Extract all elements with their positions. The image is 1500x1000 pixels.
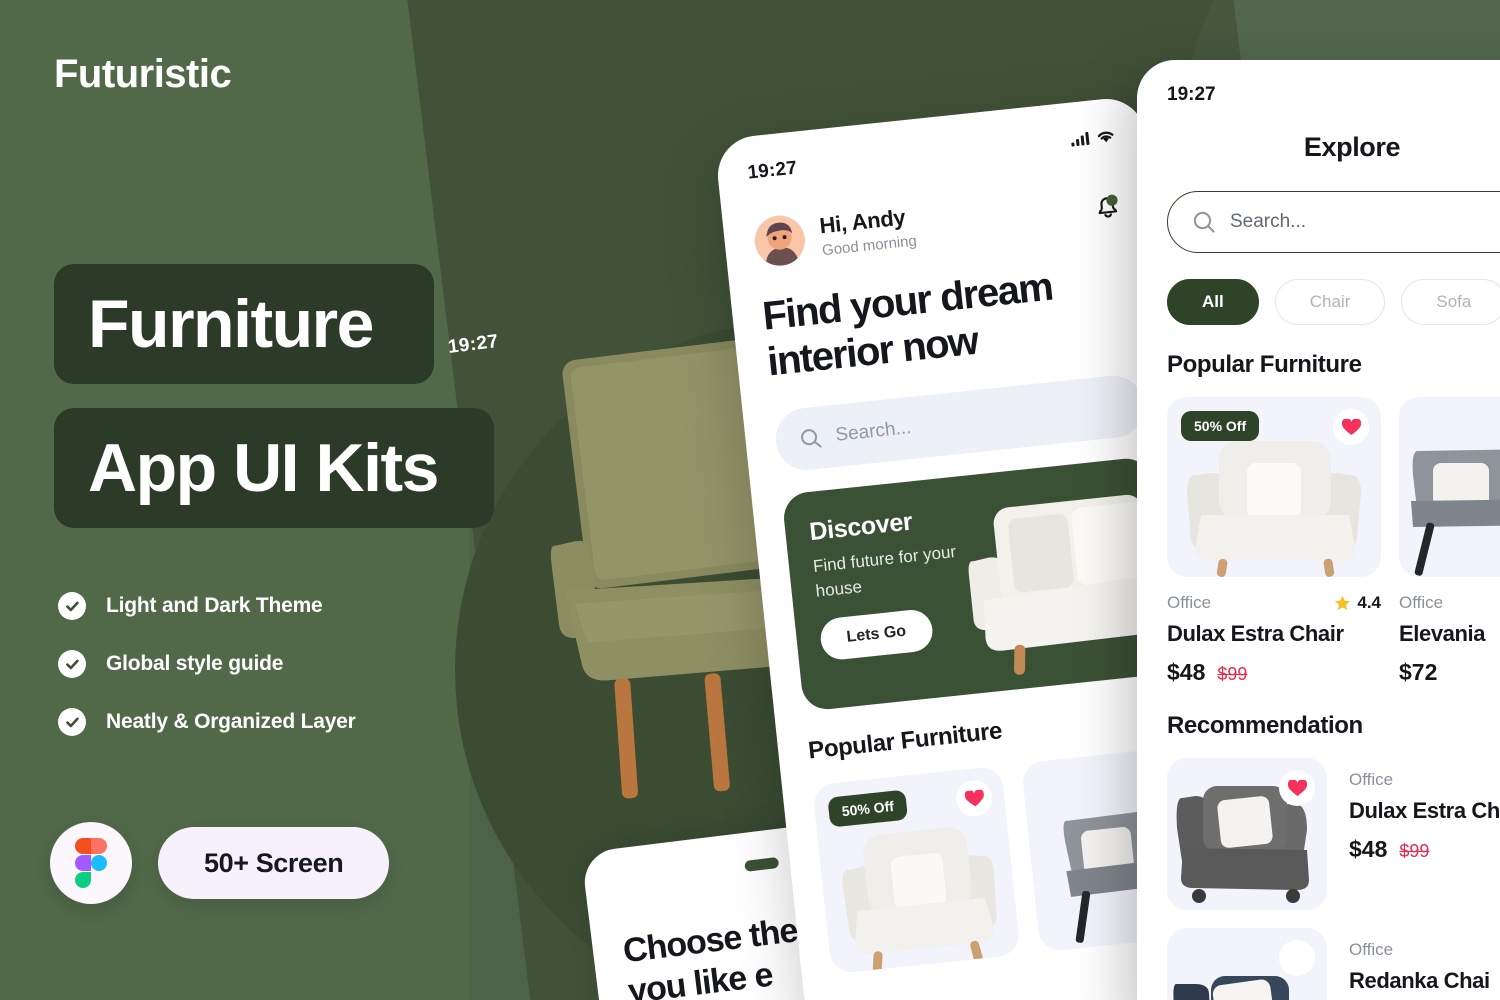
check-circle-icon bbox=[58, 650, 86, 678]
lets-go-button[interactable]: Lets Go bbox=[818, 608, 935, 662]
product-name: Elevania bbox=[1399, 621, 1486, 646]
product-meta: Office 4.4 bbox=[1167, 593, 1381, 613]
feature-label: Global style guide bbox=[106, 652, 284, 675]
product-thumbnail: 50% Off bbox=[1167, 397, 1381, 577]
explore-status-time: 19:27 bbox=[1167, 84, 1216, 105]
product-price: $72 bbox=[1399, 659, 1438, 685]
explore-search-placeholder: Search... bbox=[1230, 211, 1307, 232]
feature-list-item: Neatly & Organized Layer bbox=[58, 708, 356, 736]
discount-badge: 50% Off bbox=[1181, 411, 1260, 441]
promo-bottom-row: 50+ Screen bbox=[50, 822, 390, 904]
feature-list: Light and Dark Theme Global style guide … bbox=[58, 592, 356, 766]
product-price-row: $72 bbox=[1399, 659, 1500, 686]
screen-count-badge: 50+ Screen bbox=[158, 827, 390, 899]
star-icon bbox=[1335, 595, 1351, 610]
product-price: $48 bbox=[1167, 659, 1206, 685]
heart-filled-icon bbox=[964, 788, 984, 806]
explore-recommendation-section-title: Recommendation bbox=[1167, 712, 1363, 739]
figma-logo-icon bbox=[50, 822, 132, 904]
explore-page-title: Explore bbox=[1303, 132, 1401, 162]
product-name: Dulax Estra Chair bbox=[1167, 621, 1344, 646]
check-circle-icon bbox=[58, 592, 86, 620]
product-price-row: $48 $99 bbox=[1167, 659, 1381, 686]
favorite-button[interactable] bbox=[1333, 409, 1369, 445]
status-time: 19:27 bbox=[746, 157, 799, 184]
product-meta: Office bbox=[1399, 593, 1500, 613]
favorite-button[interactable] bbox=[1279, 770, 1315, 806]
home-headline: Find your dream interior now bbox=[760, 264, 1055, 385]
product-thumbnail bbox=[1399, 397, 1500, 577]
category-filter-chips: All Chair Sofa bbox=[1167, 279, 1500, 325]
promo-title-line-1: Furniture bbox=[54, 264, 434, 384]
filter-chip-sofa[interactable]: Sofa bbox=[1401, 279, 1500, 325]
product-category: Office bbox=[1167, 593, 1212, 612]
product-name: Redanka Chai bbox=[1349, 968, 1490, 993]
recommendation-info: Office Dulax Estra Ch $48 $99 bbox=[1349, 758, 1500, 863]
explore-popular-row: 50% Off Office 4.4 Dulax Estra Chair $48… bbox=[1167, 397, 1500, 686]
product-category: Office bbox=[1399, 593, 1444, 612]
poster-canvas: 19:27 Choose the f you like e 19:27 Hi, … bbox=[0, 0, 1500, 1000]
feature-label: Light and Dark Theme bbox=[106, 594, 323, 617]
product-price-row: $48 $99 bbox=[1349, 836, 1500, 863]
filter-chip-all[interactable]: All bbox=[1167, 279, 1259, 325]
explore-popular-section-title: Popular Furniture bbox=[1167, 351, 1362, 378]
product-rating-value: 4.4 bbox=[1357, 593, 1381, 612]
explore-phone-mockup: 19:27 Explore Search... All Chair Sofa P… bbox=[1137, 60, 1500, 1000]
home-greeting-row: Hi, Andy Good morning bbox=[752, 180, 1125, 269]
filter-chip-chair[interactable]: Chair bbox=[1274, 279, 1386, 325]
feature-list-item: Light and Dark Theme bbox=[58, 592, 356, 620]
product-old-price: $99 bbox=[1217, 664, 1248, 684]
search-icon bbox=[1193, 211, 1215, 233]
heart-filled-icon bbox=[1287, 779, 1307, 796]
product-thumbnail bbox=[1167, 928, 1327, 1000]
wifi-icon bbox=[1097, 131, 1114, 142]
search-icon bbox=[801, 429, 822, 448]
product-category: Office bbox=[1349, 940, 1394, 959]
feature-list-item: Global style guide bbox=[58, 650, 356, 678]
heart-filled-icon bbox=[1341, 418, 1361, 435]
recommendation-list-item[interactable]: Office Redanka Chai bbox=[1167, 928, 1500, 1000]
product-thumbnail: 50% Off bbox=[811, 765, 1021, 975]
home-search-placeholder: Search... bbox=[834, 417, 913, 446]
product-name: Dulax Estra Ch bbox=[1349, 798, 1500, 823]
discover-banner-card[interactable]: Discover Find future for your house Lets… bbox=[781, 456, 1173, 712]
pagination-dot-active[interactable] bbox=[744, 856, 780, 872]
home-product-card[interactable]: 50% Off bbox=[811, 765, 1021, 975]
bell-badge-dot bbox=[1106, 194, 1118, 206]
product-old-price: $99 bbox=[1399, 841, 1430, 861]
home-search-input[interactable]: Search... bbox=[772, 372, 1148, 474]
promo-title-line-2: App UI Kits bbox=[54, 408, 494, 528]
signal-bars-icon bbox=[1070, 131, 1090, 147]
explore-product-card[interactable]: 50% Off Office 4.4 Dulax Estra Chair $48… bbox=[1167, 397, 1381, 686]
status-icons bbox=[1070, 128, 1116, 148]
greeting-text: Hi, Andy Good morning bbox=[818, 185, 1091, 260]
recommendation-list-item[interactable]: Office Dulax Estra Ch $48 $99 bbox=[1167, 758, 1500, 910]
bell-icon[interactable] bbox=[1087, 188, 1124, 225]
favorite-button[interactable] bbox=[1279, 940, 1315, 976]
check-circle-icon bbox=[58, 708, 86, 736]
product-price: $48 bbox=[1349, 836, 1388, 862]
brand-title: Futuristic bbox=[54, 52, 232, 96]
user-avatar-icon[interactable] bbox=[752, 213, 808, 269]
feature-label: Neatly & Organized Layer bbox=[106, 710, 356, 733]
product-thumbnail bbox=[1167, 758, 1327, 910]
product-rating: 4.4 bbox=[1334, 593, 1381, 613]
product-category: Office bbox=[1349, 770, 1394, 789]
heart-outline-icon bbox=[1287, 949, 1307, 966]
recommendation-info: Office Redanka Chai bbox=[1349, 928, 1490, 994]
grey-chair-photo bbox=[1411, 449, 1500, 576]
explore-search-input[interactable]: Search... bbox=[1167, 191, 1500, 253]
explore-product-card[interactable]: Office Elevania $72 bbox=[1399, 397, 1500, 686]
home-status-bar: 19:27 bbox=[747, 124, 1117, 185]
